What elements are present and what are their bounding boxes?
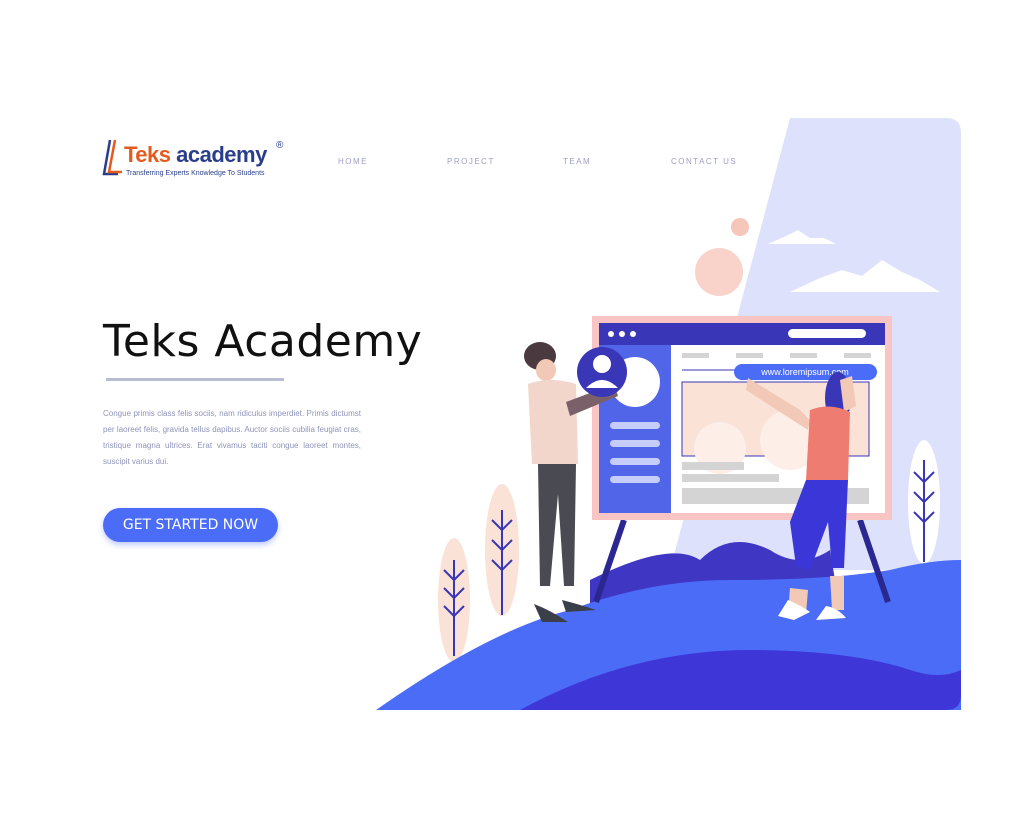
brand-name: Teks academy: [124, 142, 267, 168]
window-dot-icon: [630, 331, 636, 337]
get-started-button[interactable]: GET STARTED NOW: [103, 508, 278, 542]
hero-illustration: www.loremipsum.com: [376, 118, 961, 710]
man-face: [536, 359, 556, 381]
registered-mark: ®: [276, 140, 284, 151]
man-pants: [538, 464, 576, 586]
window-dot-icon: [619, 331, 625, 337]
woman-calf: [830, 576, 844, 610]
sidebar-line: [610, 476, 660, 483]
sidebar-line: [610, 458, 660, 465]
content-line: [682, 462, 744, 470]
menu-stub: [682, 353, 709, 358]
menu-stub: [844, 353, 871, 358]
brand-logo[interactable]: Teks academy ® Transferring Experts Know…: [102, 138, 292, 182]
profile-badge-head: [593, 355, 611, 373]
sidebar-line: [610, 440, 660, 447]
man-shirt: [528, 380, 578, 464]
menu-stub: [790, 353, 817, 358]
sun-large: [695, 248, 743, 296]
hero-body-text: Congue primis class felis sociis, nam ri…: [103, 409, 361, 466]
window-dot-icon: [608, 331, 614, 337]
brand-tagline: Transferring Experts Knowledge To Studen…: [126, 170, 265, 177]
browser-address-pill: [788, 329, 866, 338]
content-line: [682, 474, 779, 482]
brand-name-part2: academy: [170, 142, 267, 167]
title-underline: [106, 378, 284, 381]
sidebar-line: [610, 422, 660, 429]
nav-home[interactable]: HOME: [338, 157, 368, 166]
sun-small: [731, 218, 749, 236]
menu-stub: [736, 353, 763, 358]
woman-shirt: [806, 406, 850, 480]
brand-name-part1: Teks: [124, 142, 171, 167]
